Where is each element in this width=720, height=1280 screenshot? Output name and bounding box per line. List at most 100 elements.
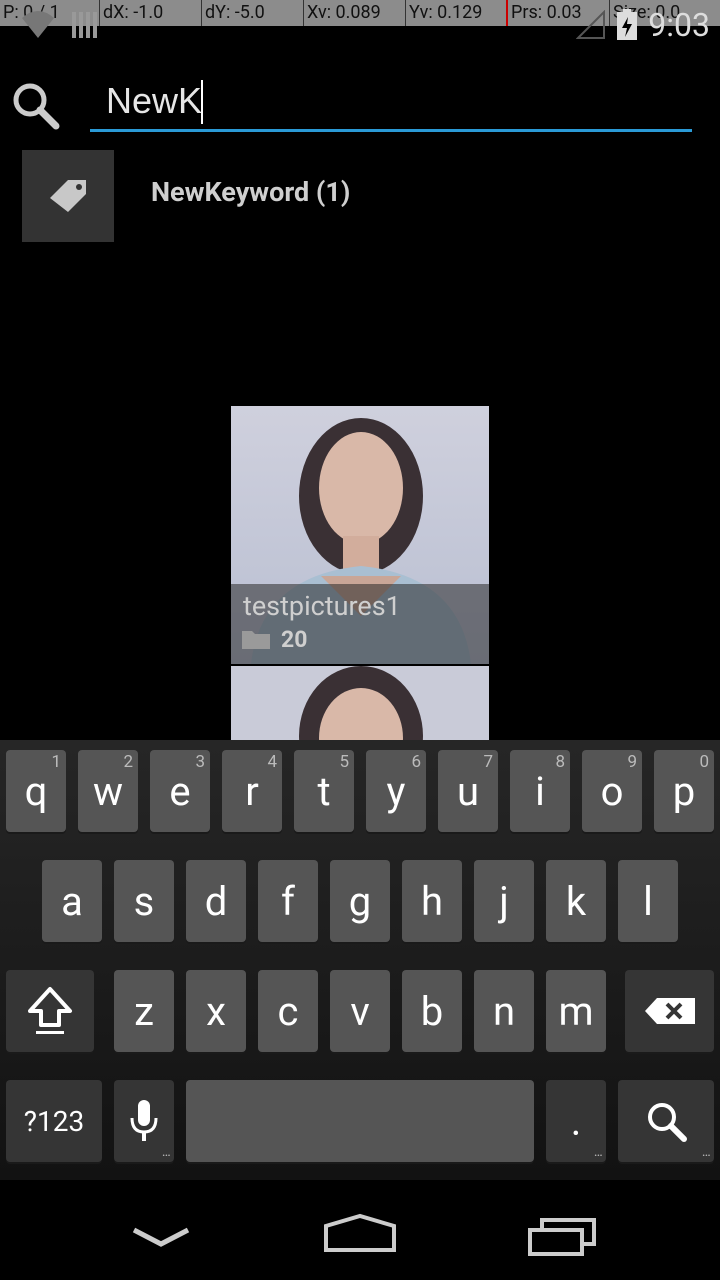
album-info-overlay: testpictures1 20 [231, 584, 489, 664]
key-label: i [535, 767, 545, 815]
key-d[interactable]: d [186, 860, 246, 942]
home-icon[interactable] [322, 1212, 398, 1254]
key-label: d [204, 877, 228, 925]
spacebar-key[interactable] [186, 1080, 534, 1162]
search-icon[interactable] [8, 78, 62, 132]
key-label: p [672, 767, 696, 815]
wifi-icon [22, 11, 54, 38]
tag-icon [50, 180, 86, 212]
key-f[interactable]: f [258, 860, 318, 942]
shift-icon [28, 987, 72, 1034]
key-hint: 0 [699, 752, 709, 772]
clock: 9:03 [648, 6, 710, 44]
key-o[interactable]: o9 [582, 750, 642, 832]
key-c[interactable]: c [258, 970, 318, 1052]
album-count: 20 [281, 626, 308, 653]
debug-xv: Xv: 0.089 [304, 0, 406, 26]
album-title: testpictures1 [243, 590, 401, 622]
folder-icon [242, 631, 270, 649]
voice-input-key[interactable]: ... [114, 1080, 174, 1162]
key-label: k [565, 877, 587, 925]
key-r[interactable]: r4 [222, 750, 282, 832]
suggestion-label: NewKeyword (1) [151, 176, 351, 208]
more-indicator: ... [593, 1144, 603, 1160]
key-label: j [499, 877, 509, 925]
key-g[interactable]: g [330, 860, 390, 942]
key-z[interactable]: z [114, 970, 174, 1052]
key-label: q [24, 767, 48, 815]
debug-dy: dY: -5.0 [202, 0, 304, 26]
barcode-icon [72, 12, 97, 38]
key-v[interactable]: v [330, 970, 390, 1052]
key-label: m [558, 987, 594, 1035]
key-label: z [134, 987, 154, 1035]
key-label: c [277, 987, 299, 1035]
shift-key[interactable] [6, 970, 94, 1052]
hide-keyboard-icon[interactable] [130, 1222, 192, 1250]
more-indicator: ... [701, 1144, 711, 1160]
key-label: t [317, 767, 331, 815]
battery-charging-icon [617, 9, 638, 40]
album-card[interactable]: testpictures1 20 [231, 406, 489, 664]
key-hint: 5 [339, 752, 349, 772]
key-n[interactable]: n [474, 970, 534, 1052]
search-suggestion-item[interactable]: NewKeyword (1) [0, 146, 720, 246]
key-label: r [245, 767, 259, 815]
period-label: . [570, 1097, 582, 1145]
key-label: w [92, 767, 124, 815]
key-hint: 2 [123, 752, 133, 772]
recent-apps-icon[interactable] [526, 1216, 598, 1256]
key-i[interactable]: i8 [510, 750, 570, 832]
key-hint: 1 [51, 752, 61, 772]
key-u[interactable]: u7 [438, 750, 498, 832]
key-j[interactable]: j [474, 860, 534, 942]
key-label: b [420, 987, 444, 1035]
period-key[interactable]: . ... [546, 1080, 606, 1162]
key-hint: 6 [411, 752, 421, 772]
search-input[interactable] [90, 72, 692, 132]
debug-dx: dX: -1.0 [100, 0, 202, 26]
key-p[interactable]: p0 [654, 750, 714, 832]
key-m[interactable]: m [546, 970, 606, 1052]
more-indicator: ... [161, 1144, 171, 1160]
key-w[interactable]: w2 [78, 750, 138, 832]
text-cursor [201, 80, 203, 124]
key-label: l [643, 877, 653, 925]
key-label: g [348, 877, 372, 925]
suggestion-icon-box [22, 150, 114, 242]
album-thumbnail [299, 666, 423, 746]
album-card[interactable] [231, 666, 489, 746]
key-t[interactable]: t5 [294, 750, 354, 832]
key-hint: 7 [483, 752, 493, 772]
key-hint: 9 [627, 752, 637, 772]
key-label: v [350, 987, 370, 1035]
key-label: o [600, 767, 624, 815]
backspace-icon [644, 998, 695, 1024]
key-label: n [492, 987, 516, 1035]
symbols-key[interactable]: ?123 [6, 1080, 102, 1162]
key-q[interactable]: q1 [6, 750, 66, 832]
search-key[interactable]: ... [618, 1080, 714, 1162]
key-label: e [169, 767, 191, 815]
key-hint: 3 [195, 752, 205, 772]
key-label: h [420, 877, 444, 925]
soft-keyboard: ?123 ... . ... ... q1w2e3r4t5y6u7i8o9p0a… [0, 740, 720, 1180]
backspace-key[interactable] [625, 970, 714, 1052]
key-y[interactable]: y6 [366, 750, 426, 832]
key-label: s [133, 877, 155, 925]
key-s[interactable]: s [114, 860, 174, 942]
signal-icon [576, 10, 606, 39]
key-b[interactable]: b [402, 970, 462, 1052]
status-bar: P: 0 / 1 dX: -1.0 dY: -5.0 Xv: 0.089 Yv:… [0, 0, 720, 50]
key-k[interactable]: k [546, 860, 606, 942]
key-label: y [386, 767, 406, 815]
key-a[interactable]: a [42, 860, 102, 942]
key-label: x [206, 987, 226, 1035]
debug-yv: Yv: 0.129 [406, 0, 508, 26]
key-h[interactable]: h [402, 860, 462, 942]
key-l[interactable]: l [618, 860, 678, 942]
key-x[interactable]: x [186, 970, 246, 1052]
search-icon [648, 1103, 687, 1142]
key-e[interactable]: e3 [150, 750, 210, 832]
microphone-icon [130, 1100, 158, 1141]
